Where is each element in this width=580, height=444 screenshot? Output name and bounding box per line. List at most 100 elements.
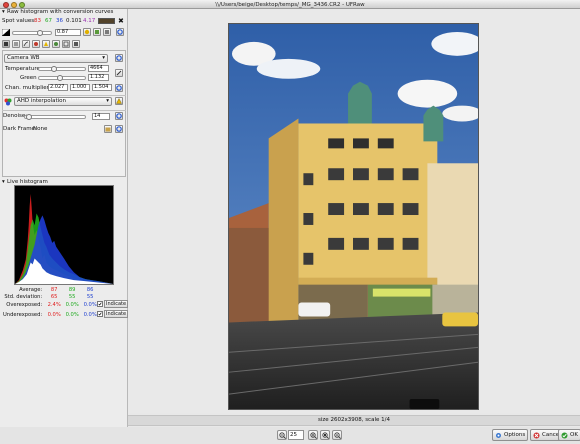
overexposed-label: Overexposed: [6,302,43,308]
ok-icon [561,432,568,439]
overexposed-red: 2.4% [47,302,61,308]
spot-color-swatch [98,18,115,24]
exposure-slider-knob[interactable] [37,30,43,36]
open-folder-icon[interactable] [104,125,112,133]
exposure-input[interactable]: 0.87 [55,29,81,36]
tab-crop-rotate[interactable] [62,40,70,48]
zoom-out-icon [279,432,286,439]
temperature-input[interactable]: 4664 [88,65,109,72]
average-label: Average: [19,286,43,293]
close-spot-icon[interactable]: ✖ [118,17,124,25]
zoom-in-button[interactable] [308,430,318,440]
white-balance-preset-select[interactable]: Camera WB ▾ [4,54,108,63]
auto-adjust-exposure-button[interactable] [83,28,91,36]
expander-arrow-icon[interactable]: ▾ [2,9,5,15]
denoise-slider[interactable] [24,114,86,120]
temperature-label: Temperature [5,66,40,72]
table-row: Average: 87 89 86 [3,286,99,293]
std-green: 55 [68,293,76,300]
green-multiplier-input[interactable]: 1.000 [70,84,90,91]
histogram-graphic [15,193,113,284]
zoom-fit-button[interactable] [320,430,330,440]
dark-frame-value: None [33,126,48,132]
interpolation-select[interactable]: AHD interpolation ▾ [14,97,112,106]
options-icon [496,433,501,438]
tab-white-balance[interactable] [2,40,10,48]
spot-luminance-value: 4.17 [83,18,96,24]
reset-exposure-button[interactable] [116,28,124,36]
reset-channel-multipliers-button[interactable] [115,84,123,92]
tab-base-curve[interactable] [22,40,30,48]
clip-highlights-button[interactable] [103,28,111,36]
cancel-icon [533,432,540,439]
white-balance-preset-value: Camera WB [7,55,40,61]
chevron-down-icon: ▾ [106,98,109,104]
green-label: Green [20,75,37,81]
image-viewer [128,9,580,413]
status-bar: size 2602x3908, scale 1/4 [128,415,580,426]
spot-white-balance-button[interactable] [115,69,123,77]
table-row: Overexposed: 2.4% 0.0% 0.0% [3,300,99,310]
green-slider-knob[interactable] [57,75,63,81]
options-label: Options [504,432,526,438]
expander-arrow-icon[interactable]: ▾ [2,179,5,185]
exposure-slider[interactable] [12,30,52,36]
underexposed-red: 0.0% [47,312,61,318]
bottom-toolbar: 25 Options Cancel OK [0,427,580,444]
raw-histogram-expander-label[interactable]: Raw histogram with conversion curves [7,9,113,15]
reset-dark-frame-button[interactable] [115,125,123,133]
ok-label: OK [570,432,578,438]
reset-white-balance-button[interactable] [115,54,123,62]
tab-grayscale[interactable] [12,40,20,48]
tab-save[interactable] [72,40,80,48]
zoom-out-button[interactable] [277,430,287,440]
temperature-slider[interactable] [38,66,86,72]
options-button[interactable]: Options [492,429,529,441]
underexposed-indicate-checkbox[interactable] [97,311,103,317]
separator [2,95,126,96]
denoise-input[interactable]: 14 [92,113,110,120]
interpolation-warning-icon [115,97,123,105]
underexposed-label: Underexposed: [3,312,43,318]
red-multiplier-input[interactable]: 2.027 [48,84,68,91]
preview-image[interactable] [228,23,479,410]
tab-color-management[interactable] [32,40,40,48]
std-blue: 55 [86,293,94,300]
preview-photo-graphic [229,24,478,409]
dark-frame-label: Dark Frame: [3,126,37,132]
average-blue: 86 [86,286,94,293]
average-green: 89 [68,286,76,293]
spot-blue-value: 36 [56,18,63,24]
spot-value: 0.101 [66,18,82,24]
restore-highlights-button[interactable] [93,28,101,36]
blue-multiplier-input[interactable]: 1.504 [92,84,112,91]
channel-multipliers-label: Chan. multipliers: [5,85,54,91]
underexposed-indicate-button[interactable]: Indicate [104,310,129,318]
overexposed-green: 0.0% [65,302,79,308]
table-row: Underexposed: 0.0% 0.0% 0.0% [3,310,99,320]
temperature-slider-knob[interactable] [51,66,57,72]
zoom-fit-icon [322,432,329,439]
separator [2,110,126,111]
overexposed-indicate-checkbox[interactable] [97,301,103,307]
title-bar: \\/Users/beige/Desktop/temps/_MG_3436.CR… [0,0,580,9]
green-input[interactable]: 1.132 [88,74,109,81]
zoom-in-icon [310,432,317,439]
denoise-slider-knob[interactable] [26,114,32,120]
interpolation-value: AHD interpolation [17,98,66,104]
histogram-stats-table: Average: 87 89 86 Std. deviation: 65 55 … [3,286,99,320]
spot-red-value: 83 [34,18,41,24]
tab-correct-luminosity[interactable] [42,40,50,48]
spot-green-value: 67 [45,18,52,24]
zoom-input[interactable]: 25 [288,430,304,440]
live-histogram-chart [14,185,114,285]
overexposed-indicate-button[interactable]: Indicate [104,300,129,308]
underexposed-green: 0.0% [65,312,79,318]
zoom-100-icon [334,432,341,439]
ok-button[interactable]: OK [558,429,580,441]
reset-denoise-button[interactable] [115,112,123,120]
exposure-icon [1,28,11,37]
green-slider[interactable] [38,75,86,81]
zoom-100-button[interactable] [332,430,342,440]
tab-lens-correction[interactable] [52,40,60,48]
